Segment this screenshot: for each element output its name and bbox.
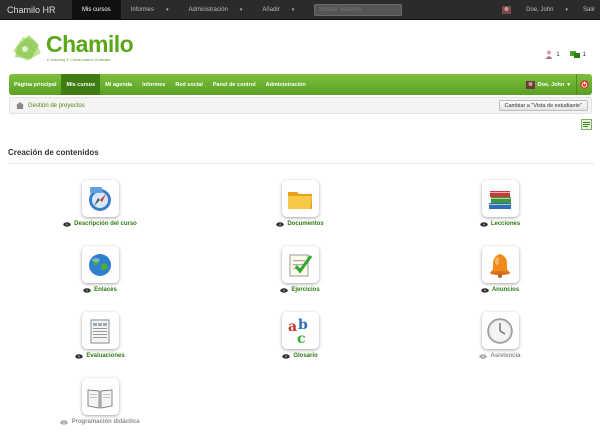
group-icon (569, 51, 580, 58)
top-nav-reports[interactable]: Informes ▾ (121, 0, 179, 20)
visibility-eye-icon[interactable] (63, 221, 71, 227)
user-menu[interactable]: Doe, John ▾ (516, 0, 578, 20)
power-icon (580, 80, 589, 89)
top-navbar: Chamilo HR Mis cursos Informes ▾ Administ… (0, 0, 600, 20)
links-icon (89, 253, 111, 276)
visibility-eye-icon[interactable] (276, 221, 285, 227)
nav-administration[interactable]: Administración (261, 74, 311, 95)
nav-dashboard[interactable]: Panel de control (208, 74, 261, 95)
lessons-icon (489, 190, 511, 209)
tool-course-progress[interactable]: Programación didáctica (0, 378, 200, 425)
visibility-eye-icon[interactable] (83, 287, 91, 293)
visibility-eye-closed-icon[interactable] (479, 353, 488, 359)
tool-exercises[interactable]: Ejercicios (200, 246, 400, 293)
user-avatar[interactable] (497, 0, 516, 20)
avatar-icon (525, 80, 535, 89)
nav-agenda[interactable]: Mi agenda (100, 74, 137, 95)
course-description-icon (89, 186, 111, 211)
visibility-eye-icon[interactable] (481, 287, 489, 293)
chevron-down-icon: ▾ (166, 6, 169, 13)
nav-user-menu[interactable]: Doe, John ▾ (520, 74, 576, 95)
nav-my-courses[interactable]: Mis cursos (61, 74, 101, 95)
assessments-icon (90, 319, 110, 343)
main-nav: Página principal Mis cursos Mi agenda In… (9, 74, 592, 95)
top-nav-my-courses[interactable]: Mis cursos (72, 0, 121, 20)
avatar-icon (502, 5, 512, 14)
chevron-down-icon: ▾ (291, 6, 295, 13)
breadcrumb-course-link[interactable]: Gestión de proyectos (28, 103, 85, 109)
tool-assessments[interactable]: Evaluaciones (0, 312, 200, 359)
exercises-icon (289, 254, 313, 276)
chevron-down-icon: ▾ (239, 6, 243, 13)
section-title: Creación de contenidos (8, 148, 99, 157)
glossary-icon: a b c (288, 317, 308, 346)
user-icon (545, 50, 553, 59)
course-progress-icon (87, 388, 113, 409)
top-right-menu: Doe, John ▾ Salir (497, 0, 600, 20)
attendance-icon (487, 317, 513, 344)
logout-button[interactable] (576, 74, 592, 95)
divider (8, 163, 594, 164)
header-counters: 1 1 (545, 50, 586, 59)
visibility-eye-icon[interactable] (480, 221, 488, 227)
chevron-down-icon: ▾ (565, 6, 568, 13)
export-icon[interactable] (581, 119, 592, 130)
nav-reports[interactable]: Informes (137, 74, 170, 95)
logo-tagline: E-learning & Collaboration Software (47, 57, 111, 62)
online-users-counter[interactable]: 1 (545, 50, 560, 59)
user-search-input[interactable] (314, 3, 403, 16)
announcements-icon (490, 253, 510, 278)
tool-documents[interactable]: Documentos (200, 180, 400, 227)
visibility-eye-closed-icon[interactable] (60, 419, 69, 425)
visibility-eye-icon[interactable] (280, 287, 289, 293)
chamilo-logo[interactable]: Chamilo E-learning & Collaboration Softw… (11, 31, 134, 65)
visibility-eye-icon[interactable] (282, 353, 291, 359)
top-nav-administration[interactable]: Administración ▾ (179, 0, 253, 20)
tool-course-description[interactable]: Descripción del curso (0, 180, 200, 227)
tool-attendance[interactable]: Asistencia (400, 312, 600, 359)
nav-user-area: Doe, John ▾ (520, 74, 592, 95)
top-nav-add[interactable]: Añadir ▾ (252, 0, 304, 20)
top-nav: Mis cursos Informes ▾ Administración ▾ Aña… (72, 0, 304, 20)
breadcrumb: Gestión de proyectos Cambiar a "Vista de… (9, 97, 592, 114)
tool-announcements[interactable]: Anuncios (400, 246, 600, 293)
student-view-button[interactable]: Cambiar a "Vista de estudiante" (498, 100, 588, 111)
svg-text:c: c (297, 331, 306, 346)
nav-social[interactable]: Red social (170, 74, 208, 95)
home-icon[interactable] (16, 102, 24, 109)
documents-icon (288, 191, 312, 209)
logo-mark-icon (13, 35, 41, 61)
tool-lessons[interactable]: Lecciones (400, 180, 600, 227)
chevron-down-icon: ▾ (567, 81, 570, 88)
logo-wordmark: Chamilo (46, 31, 134, 57)
svg-text:a: a (288, 319, 297, 335)
groups-counter[interactable]: 1 (569, 50, 586, 59)
tool-glossary[interactable]: a b c Glosario (200, 312, 400, 359)
nav-home[interactable]: Página principal (9, 74, 61, 95)
logout-link[interactable]: Salir (578, 0, 600, 20)
tool-links[interactable]: Enlaces (0, 246, 200, 293)
site-brand[interactable]: Chamilo HR (0, 5, 72, 15)
visibility-eye-icon[interactable] (75, 353, 84, 359)
